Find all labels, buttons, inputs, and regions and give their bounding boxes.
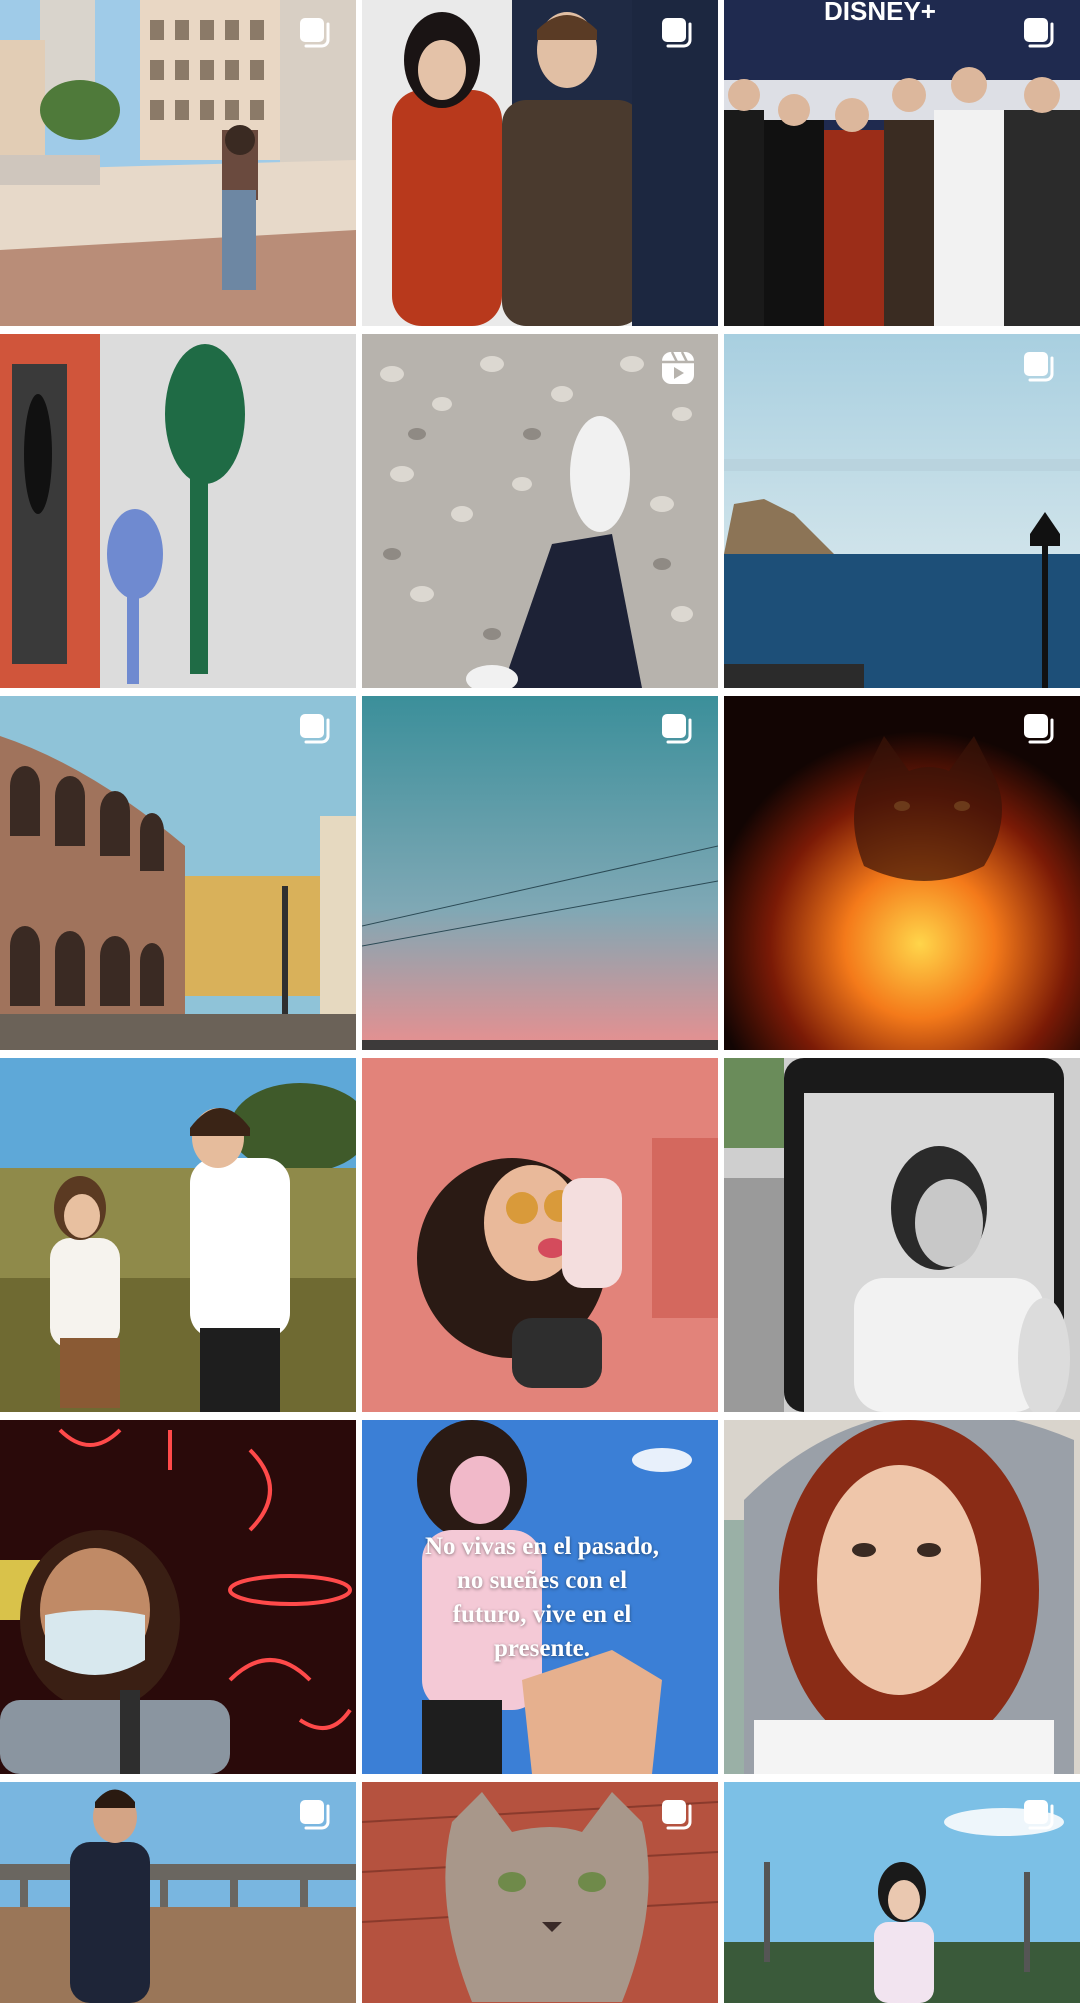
post-tile-16[interactable] [0,1782,356,2003]
post-tile-13[interactable] [0,1420,356,1774]
post-tile-4[interactable] [0,334,356,688]
carousel-icon [658,14,698,54]
girl-pink-wall-photo [362,1058,718,1412]
post-tile-6[interactable] [724,334,1080,688]
post-tile-7[interactable] [0,696,356,1050]
post-tile-3[interactable]: DISNEY+ [724,0,1080,326]
post-tile-9[interactable] [724,696,1080,1050]
backdrop-text: DISNEY+ [824,0,936,26]
girl-mask-neon-photo [0,1420,356,1774]
carousel-icon [1020,348,1060,388]
post-tile-11[interactable] [362,1058,718,1412]
carousel-icon [296,710,336,750]
post-tile-14[interactable]: No vivas en el pasado, no sueñes con el … [362,1420,718,1774]
colorful-mural-silhouettes-photo [0,334,356,688]
post-tile-8[interactable] [362,696,718,1050]
carousel-icon [1020,14,1060,54]
carousel-icon [1020,710,1060,750]
post-tile-17[interactable] [362,1782,718,2003]
carousel-icon [658,1796,698,1836]
post-tile-1[interactable] [0,0,356,326]
post-tile-10[interactable] [0,1058,356,1412]
carousel-icon [296,14,336,54]
children-field-photo [0,1058,356,1412]
redhead-hood-portrait-photo [724,1420,1080,1774]
carousel-icon [296,1796,336,1836]
carousel-icon [1020,1796,1060,1836]
post-tile-18[interactable] [724,1782,1080,2003]
reels-icon [658,348,698,388]
girl-mirror-bw-photo [724,1058,1080,1412]
carousel-icon [658,710,698,750]
post-tile-5[interactable] [362,334,718,688]
post-tile-15[interactable] [724,1420,1080,1774]
post-tile-2[interactable] [362,0,718,326]
quote-text: No vivas en el pasado, no sueñes con el … [424,1533,660,1662]
post-tile-12[interactable] [724,1058,1080,1412]
